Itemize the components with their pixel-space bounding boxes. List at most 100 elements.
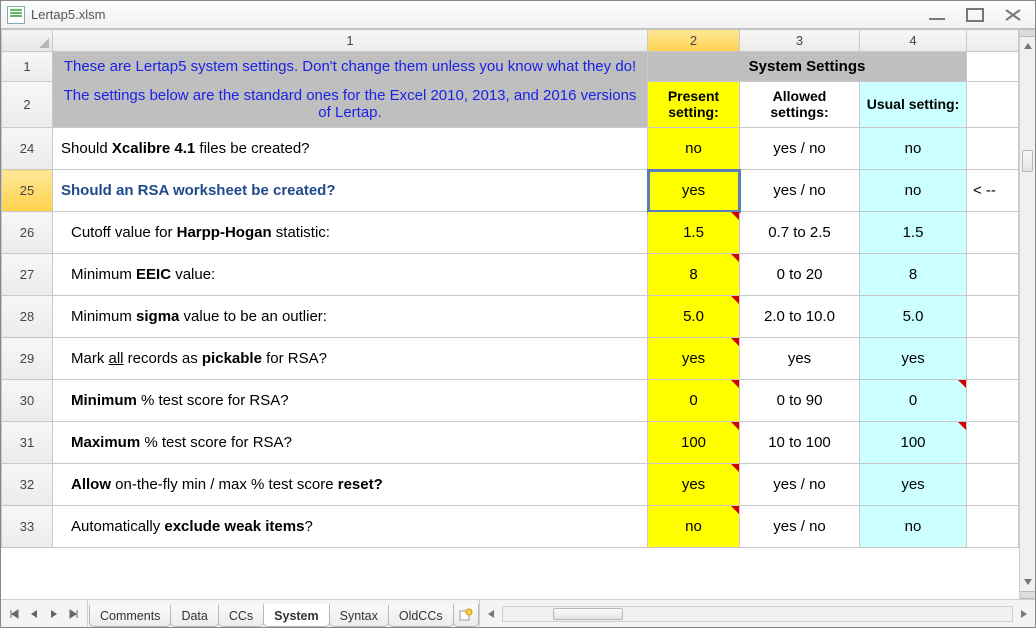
select-all-cell[interactable] bbox=[2, 30, 53, 52]
app-window: Lertap5.xlsm 1 2 3 4 bbox=[0, 0, 1036, 628]
row-header[interactable]: 32 bbox=[2, 464, 53, 506]
allowed-settings-cell[interactable]: yes bbox=[740, 338, 860, 380]
present-setting-cell[interactable]: 100 bbox=[648, 422, 740, 464]
note-cell[interactable] bbox=[967, 380, 1019, 422]
sheet-tab-comments[interactable]: Comments bbox=[89, 605, 171, 627]
nav-next-button[interactable] bbox=[45, 604, 63, 624]
setting-description[interactable]: Cutoff value for Harpp-Hogan statistic: bbox=[53, 212, 648, 254]
workbook-icon bbox=[7, 6, 25, 24]
note-cell[interactable] bbox=[967, 506, 1019, 548]
worksheet-grid[interactable]: 1 2 3 4 1 These are Lertap5 system setti… bbox=[1, 29, 1019, 599]
setting-description[interactable]: Should an RSA worksheet be created? bbox=[53, 170, 648, 212]
sheet-tab-oldccs[interactable]: OldCCs bbox=[388, 605, 454, 627]
horizontal-scrollbar[interactable] bbox=[479, 600, 1035, 627]
nav-last-button[interactable] bbox=[65, 604, 83, 624]
sheet-tab-ccs[interactable]: CCs bbox=[218, 605, 264, 627]
setting-description[interactable]: Minimum EEIC value: bbox=[53, 254, 648, 296]
sheet-tab-data[interactable]: Data bbox=[170, 605, 218, 627]
present-setting-cell[interactable]: 1.5 bbox=[648, 212, 740, 254]
split-handle-bottom[interactable] bbox=[1020, 591, 1035, 599]
row-header[interactable]: 28 bbox=[2, 296, 53, 338]
usual-setting-cell[interactable]: 0 bbox=[860, 380, 967, 422]
column-header-2[interactable]: 2 bbox=[648, 30, 740, 52]
close-button[interactable] bbox=[1001, 6, 1025, 24]
note-cell[interactable] bbox=[967, 128, 1019, 170]
scroll-right-button[interactable] bbox=[1015, 604, 1033, 624]
column-header-1[interactable]: 1 bbox=[53, 30, 648, 52]
row-header[interactable]: 27 bbox=[2, 254, 53, 296]
nav-first-button[interactable] bbox=[5, 604, 23, 624]
row-header[interactable]: 31 bbox=[2, 422, 53, 464]
usual-setting-cell[interactable]: yes bbox=[860, 338, 967, 380]
column-header-3[interactable]: 3 bbox=[740, 30, 860, 52]
present-setting-cell[interactable]: 0 bbox=[648, 380, 740, 422]
present-setting-cell[interactable]: yes bbox=[648, 464, 740, 506]
setting-description[interactable]: Maximum % test score for RSA? bbox=[53, 422, 648, 464]
setting-description[interactable]: Minimum sigma value to be an outlier: bbox=[53, 296, 648, 338]
row-header[interactable]: 29 bbox=[2, 338, 53, 380]
usual-setting-cell[interactable]: 100 bbox=[860, 422, 967, 464]
note-cell[interactable] bbox=[967, 338, 1019, 380]
hscroll-track[interactable] bbox=[502, 606, 1013, 622]
sheet-tab-system[interactable]: System bbox=[263, 604, 329, 627]
note-cell[interactable] bbox=[967, 212, 1019, 254]
setting-description[interactable]: Mark all records as pickable for RSA? bbox=[53, 338, 648, 380]
allowed-settings-cell[interactable]: 0.7 to 2.5 bbox=[740, 212, 860, 254]
usual-setting-cell[interactable]: yes bbox=[860, 464, 967, 506]
present-setting-cell[interactable]: no bbox=[648, 128, 740, 170]
present-setting-cell[interactable]: 5.0 bbox=[648, 296, 740, 338]
column-header-blank[interactable] bbox=[967, 30, 1019, 52]
row-header[interactable]: 2 bbox=[2, 81, 53, 128]
usual-setting-cell[interactable]: no bbox=[860, 170, 967, 212]
usual-setting-cell[interactable]: 5.0 bbox=[860, 296, 967, 338]
present-setting-cell[interactable]: 8 bbox=[648, 254, 740, 296]
window-controls bbox=[925, 6, 1029, 24]
allowed-settings-cell[interactable]: 0 to 20 bbox=[740, 254, 860, 296]
scroll-down-button[interactable] bbox=[1020, 573, 1035, 591]
row-header[interactable]: 1 bbox=[2, 52, 53, 82]
allowed-settings-cell[interactable]: yes / no bbox=[740, 464, 860, 506]
setting-description[interactable]: Should Xcalibre 4.1 files be created? bbox=[53, 128, 648, 170]
usual-setting-cell[interactable]: no bbox=[860, 128, 967, 170]
hscroll-thumb[interactable] bbox=[553, 608, 623, 620]
usual-setting-cell[interactable]: no bbox=[860, 506, 967, 548]
sheet-tab-syntax[interactable]: Syntax bbox=[329, 605, 389, 627]
note-cell[interactable] bbox=[967, 254, 1019, 296]
row-header[interactable]: 26 bbox=[2, 212, 53, 254]
blank-cell bbox=[967, 81, 1019, 128]
maximize-button[interactable] bbox=[963, 6, 987, 24]
vscroll-thumb[interactable] bbox=[1022, 150, 1033, 172]
setting-description[interactable]: Minimum % test score for RSA? bbox=[53, 380, 648, 422]
allowed-settings-cell[interactable]: 10 to 100 bbox=[740, 422, 860, 464]
scroll-up-button[interactable] bbox=[1020, 37, 1035, 55]
allowed-settings-cell[interactable]: 2.0 to 10.0 bbox=[740, 296, 860, 338]
note-cell[interactable] bbox=[967, 296, 1019, 338]
row-header[interactable]: 30 bbox=[2, 380, 53, 422]
new-sheet-button[interactable] bbox=[453, 604, 479, 627]
vertical-scrollbar[interactable] bbox=[1019, 29, 1035, 599]
scroll-left-button[interactable] bbox=[482, 604, 500, 624]
split-handle-top[interactable] bbox=[1020, 29, 1035, 37]
present-setting-cell[interactable]: yes bbox=[648, 338, 740, 380]
row-header[interactable]: 33 bbox=[2, 506, 53, 548]
usual-setting-cell[interactable]: 1.5 bbox=[860, 212, 967, 254]
blank-cell bbox=[967, 52, 1019, 82]
setting-description[interactable]: Allow on-the-fly min / max % test score … bbox=[53, 464, 648, 506]
present-setting-cell[interactable]: yes bbox=[648, 170, 740, 212]
vscroll-track[interactable] bbox=[1020, 55, 1035, 573]
minimize-button[interactable] bbox=[925, 6, 949, 24]
nav-prev-button[interactable] bbox=[25, 604, 43, 624]
row-header[interactable]: 24 bbox=[2, 128, 53, 170]
allowed-settings-cell[interactable]: yes / no bbox=[740, 128, 860, 170]
allowed-settings-cell[interactable]: 0 to 90 bbox=[740, 380, 860, 422]
allowed-settings-cell[interactable]: yes / no bbox=[740, 170, 860, 212]
column-header-4[interactable]: 4 bbox=[860, 30, 967, 52]
note-cell[interactable] bbox=[967, 464, 1019, 506]
present-setting-cell[interactable]: no bbox=[648, 506, 740, 548]
setting-description[interactable]: Automatically exclude weak items? bbox=[53, 506, 648, 548]
allowed-settings-cell[interactable]: yes / no bbox=[740, 506, 860, 548]
usual-setting-cell[interactable]: 8 bbox=[860, 254, 967, 296]
row-header[interactable]: 25 bbox=[2, 170, 53, 212]
note-cell[interactable]: < -- bbox=[967, 170, 1019, 212]
note-cell[interactable] bbox=[967, 422, 1019, 464]
